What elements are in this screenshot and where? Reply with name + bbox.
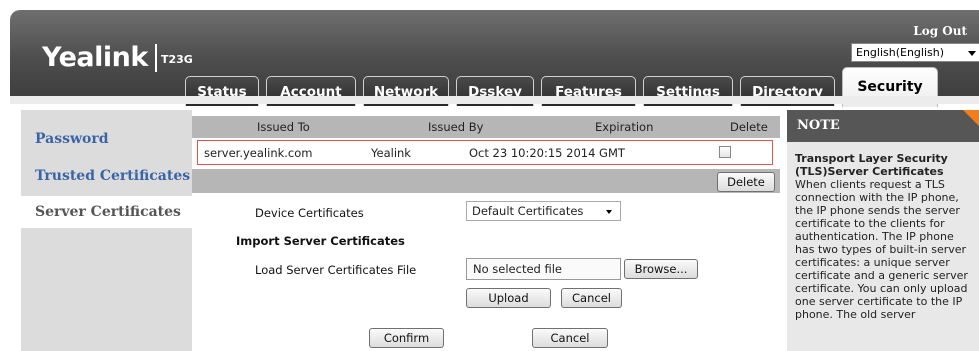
chevron-down-icon: [606, 210, 612, 214]
cancel-upload-button[interactable]: Cancel: [561, 288, 622, 308]
file-name-field[interactable]: No selected file: [466, 258, 621, 280]
note-heading: NOTE: [787, 110, 979, 142]
delete-button[interactable]: Delete: [717, 172, 775, 192]
sidebar: Password Trusted Certificates Server Cer…: [21, 110, 192, 351]
device-certificates-label: Device Certificates: [255, 206, 364, 220]
delete-checkbox[interactable]: [719, 146, 731, 158]
header-issued-to: Issued To: [257, 120, 310, 134]
logout-link[interactable]: Log Out: [913, 24, 967, 38]
note-text: When clients request a TLS connection wi…: [795, 178, 968, 321]
table-header: Issued To Issued By Expiration Delete: [192, 116, 780, 138]
load-file-label: Load Server Certificates File: [255, 263, 417, 277]
upload-button[interactable]: Upload: [466, 288, 551, 308]
table-footer: Delete: [192, 169, 780, 193]
cell-issued-to: server.yealink.com: [204, 146, 313, 160]
device-certificates-select[interactable]: Default Certificates: [466, 201, 621, 221]
header-delete: Delete: [730, 120, 768, 134]
sidebar-item-server-certificates[interactable]: Server Certificates: [21, 196, 192, 228]
cell-issued-by: Yealink: [371, 146, 411, 160]
chevron-down-icon: [968, 51, 976, 56]
note-body: Transport Layer Security (TLS)Server Cer…: [795, 152, 975, 321]
note-title: Transport Layer Security (TLS)Server Cer…: [795, 152, 948, 178]
device-certificates-value: Default Certificates: [472, 204, 584, 218]
logo-separator: [155, 44, 157, 72]
model-label: T23G: [161, 53, 193, 66]
import-section-title: Import Server Certificates: [236, 234, 405, 248]
cancel-button[interactable]: Cancel: [532, 328, 608, 348]
content-strip: [10, 96, 979, 104]
sidebar-item-trusted-certificates[interactable]: Trusted Certificates: [21, 160, 192, 192]
header-expiration: Expiration: [595, 120, 654, 134]
confirm-button[interactable]: Confirm: [369, 328, 444, 348]
language-select[interactable]: English(English): [851, 43, 979, 62]
browse-button[interactable]: Browse...: [624, 259, 698, 279]
table-row[interactable]: server.yealink.com Yealink Oct 23 10:20:…: [197, 140, 773, 165]
yealink-logo: Yealink: [42, 42, 148, 73]
note-corner-icon: [963, 110, 979, 126]
language-value: English(English): [856, 46, 945, 59]
sidebar-item-password[interactable]: Password: [21, 123, 192, 155]
cell-expiration: Oct 23 10:20:15 2014 GMT: [469, 146, 625, 160]
app-frame: Yealink T23G Log Out English(English) St…: [0, 0, 979, 351]
header-bar: Yealink T23G Log Out English(English) St…: [10, 10, 979, 107]
header-issued-by: Issued By: [428, 120, 484, 134]
note-panel: NOTE Transport Layer Security (TLS)Serve…: [787, 110, 979, 351]
